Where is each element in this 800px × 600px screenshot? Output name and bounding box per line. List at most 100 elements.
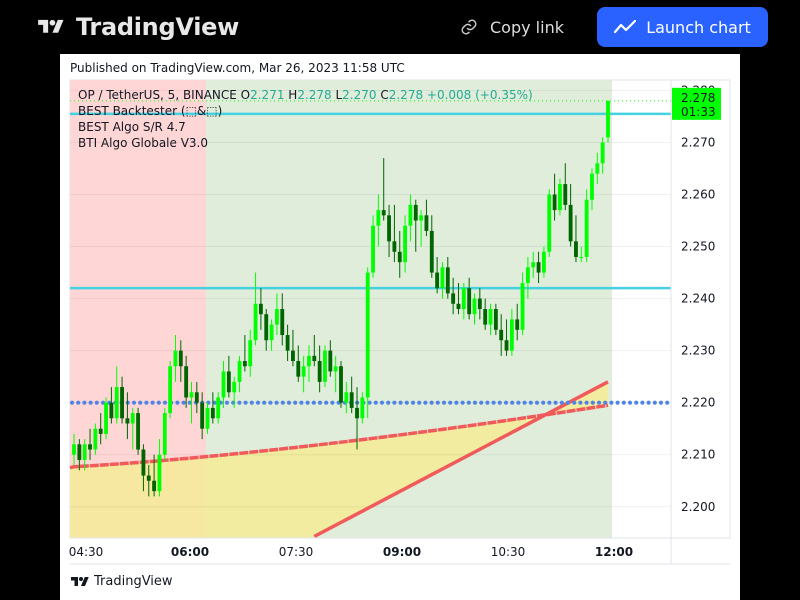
dotted-level-dot	[448, 400, 453, 405]
dotted-level-dot	[417, 400, 422, 405]
dotted-level-dot	[646, 400, 651, 405]
y-tick-label: 2.230	[681, 344, 715, 358]
legend-part: OP / TetherUS, 5, BINANCE	[78, 88, 241, 102]
candle-down	[483, 309, 488, 325]
candle-down	[200, 402, 205, 429]
dotted-level-dot	[423, 400, 428, 405]
dotted-level-dot	[76, 400, 81, 405]
copy-link-label: Copy link	[490, 17, 564, 37]
candle-down	[451, 293, 456, 304]
dotted-level-dot	[311, 400, 316, 405]
dotted-level-dot	[665, 400, 670, 405]
candle-up	[232, 381, 237, 393]
dotted-level-dot	[553, 400, 558, 405]
candle-down	[397, 251, 402, 263]
dotted-level-dot	[293, 400, 298, 405]
tradingview-small-icon	[71, 576, 89, 586]
dotted-level-dot	[441, 400, 447, 405]
dotted-level-dot	[584, 400, 589, 405]
candle-up	[114, 387, 119, 419]
candle-up	[173, 350, 178, 367]
dotted-level-dot	[640, 400, 645, 405]
y-tick-label: 2.220	[681, 396, 715, 410]
dotted-level-dot	[578, 400, 583, 405]
candle-down	[226, 371, 231, 393]
dotted-level-dot	[94, 400, 99, 405]
dotted-level-dot	[175, 400, 180, 405]
candle-down	[445, 267, 450, 294]
candle-down	[515, 319, 520, 330]
dotted-level-dot	[262, 400, 267, 405]
dotted-level-dot	[156, 400, 161, 405]
y-tick-label: 2.240	[681, 292, 715, 306]
price-badge-value: 2.278	[681, 91, 715, 105]
dotted-level-dot	[398, 400, 403, 405]
candle-down	[296, 361, 301, 377]
footer-brand-label: TradingView	[94, 574, 173, 589]
dotted-level-dot	[150, 400, 155, 405]
candle-up	[157, 454, 162, 492]
candle-down	[493, 309, 498, 330]
candle-up	[472, 298, 477, 315]
candle-down	[392, 241, 397, 252]
candle-up	[216, 397, 221, 419]
dotted-level-dot	[634, 400, 639, 405]
candle-down	[77, 444, 82, 460]
launch-chart-button[interactable]: Launch chart	[597, 7, 768, 47]
y-tick-label: 2.250	[681, 240, 715, 254]
candle-down	[435, 272, 440, 289]
x-tick-label: 12:00	[595, 545, 633, 559]
dotted-level-dot	[435, 400, 440, 405]
candle-up	[376, 210, 381, 226]
tradingview-logo[interactable]: TradingView	[32, 12, 239, 42]
candle-down	[387, 215, 391, 242]
candle-up	[509, 319, 514, 351]
candle-up	[82, 444, 87, 460]
candle-up	[168, 366, 173, 414]
candle-down	[355, 407, 359, 419]
dotted-level-dot	[330, 400, 335, 405]
legend-part: 2.270	[342, 88, 380, 102]
candle-down	[141, 449, 146, 476]
candle-up	[301, 366, 306, 377]
dotted-level-dot	[82, 400, 87, 405]
dotted-level-dot	[144, 400, 149, 405]
candle-down	[291, 350, 295, 362]
candle-down	[136, 413, 141, 450]
candle-up	[307, 355, 311, 367]
candle-up	[461, 288, 466, 309]
dotted-level-dot	[181, 400, 186, 405]
indicator-name: BEST Backtester (⬚&⬚)	[78, 104, 222, 118]
candle-up	[590, 173, 594, 200]
dotted-level-dot	[206, 400, 211, 405]
candle-up	[541, 251, 546, 273]
dotted-level-dot	[472, 400, 478, 405]
dotted-level-dot	[429, 400, 434, 405]
candle-up	[584, 199, 589, 257]
tradingview-logo-icon	[38, 19, 64, 33]
price-chart[interactable]: USDT2.2802.2702.2602.2502.2402.2302.2202…	[60, 54, 740, 574]
indicator-name: BEST Algo S/R 4.7	[78, 120, 186, 134]
dotted-level-dot	[510, 400, 515, 405]
candle-up	[323, 350, 327, 382]
copy-link-button[interactable]: Copy link	[460, 12, 564, 42]
dotted-level-dot	[243, 400, 248, 405]
candle-up	[248, 340, 253, 367]
candle-up	[274, 309, 279, 325]
candle-down	[552, 194, 557, 211]
candle-down	[194, 392, 199, 403]
dotted-level-dot	[596, 400, 602, 405]
x-tick-label: 06:00	[171, 545, 209, 559]
dotted-level-dot	[621, 400, 626, 405]
dotted-level-dot	[386, 400, 391, 405]
candle-down	[98, 428, 103, 434]
candle-up	[189, 392, 194, 398]
dotted-level-dot	[547, 400, 552, 405]
legend-part: C	[380, 88, 388, 102]
dotted-level-dot	[410, 400, 416, 405]
candle-down	[424, 215, 429, 231]
dotted-level-dot	[280, 400, 285, 405]
candle-down	[568, 204, 573, 242]
dotted-level-dot	[162, 400, 168, 405]
candle-down	[504, 340, 509, 351]
